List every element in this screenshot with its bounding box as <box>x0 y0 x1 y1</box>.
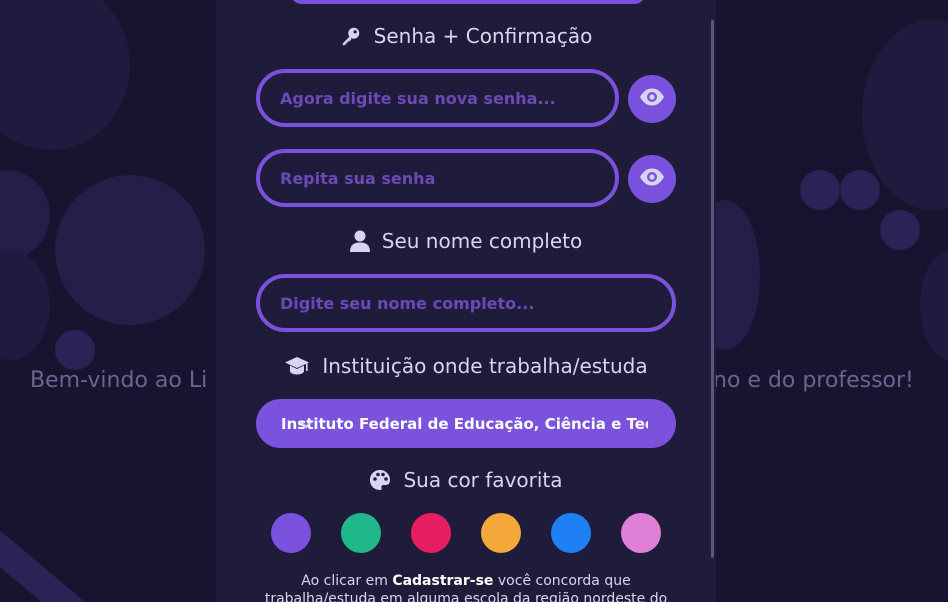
color-swatch-blue[interactable] <box>551 513 591 553</box>
institution-section-label: Instituição onde trabalha/estuda <box>322 354 648 378</box>
password-section-label: Senha + Confirmação <box>373 24 593 48</box>
previous-field-edge <box>290 0 646 4</box>
terms-prefix: Ao clicar em <box>301 573 388 589</box>
bg-blob <box>55 175 205 325</box>
full-name-input[interactable] <box>256 274 676 332</box>
color-swatch-purple[interactable] <box>271 513 311 553</box>
eye-icon <box>639 88 665 110</box>
eye-icon <box>639 168 665 190</box>
modal-scrollbar[interactable] <box>711 20 714 558</box>
terms-line-2: trabalha/estuda em alguma escola da regi… <box>264 591 668 602</box>
color-swatch-orange[interactable] <box>481 513 521 553</box>
show-confirm-password-button[interactable] <box>628 155 676 203</box>
institution-section-title: Instituição onde trabalha/estuda <box>216 354 716 378</box>
bg-stripe <box>0 518 93 602</box>
terms-action-name: Cadastrar-se <box>392 573 494 589</box>
color-section-label: Sua cor favorita <box>403 468 563 492</box>
palette-icon <box>369 469 391 491</box>
terms-suffix: você concorda que <box>497 573 631 589</box>
bg-blob <box>880 210 920 250</box>
signup-modal: Senha + Confirmação Seu nome completo In… <box>216 0 716 602</box>
bg-blob <box>0 170 50 260</box>
bg-blob <box>800 170 840 210</box>
bg-blob <box>0 250 50 360</box>
chevron-down-icon <box>299 416 666 434</box>
graduation-cap-icon <box>284 356 310 376</box>
bg-blob <box>840 170 880 210</box>
bg-blob <box>920 250 948 360</box>
bg-blob <box>55 330 95 370</box>
color-swatch-green[interactable] <box>341 513 381 553</box>
welcome-text-right: no e do professor! <box>713 368 914 393</box>
color-section-title: Sua cor favorita <box>216 468 716 492</box>
name-section-title: Seu nome completo <box>216 229 716 253</box>
show-password-button[interactable] <box>628 75 676 123</box>
confirm-password-input[interactable] <box>256 149 619 207</box>
institution-select[interactable]: Instituto Federal de Educação, Ciência e… <box>256 399 676 448</box>
welcome-text-left: Bem-vindo ao Li <box>30 368 208 393</box>
password-section-title: Senha + Confirmação <box>216 24 716 48</box>
key-icon <box>340 25 362 47</box>
bg-blob <box>0 0 130 150</box>
name-section-label: Seu nome completo <box>381 229 583 253</box>
new-password-input[interactable] <box>256 69 619 127</box>
user-icon <box>349 230 370 252</box>
color-swatch-lilac[interactable] <box>621 513 661 553</box>
terms-notice: Ao clicar em Cadastrar-se você concorda … <box>216 572 716 602</box>
color-swatch-pink[interactable] <box>411 513 451 553</box>
